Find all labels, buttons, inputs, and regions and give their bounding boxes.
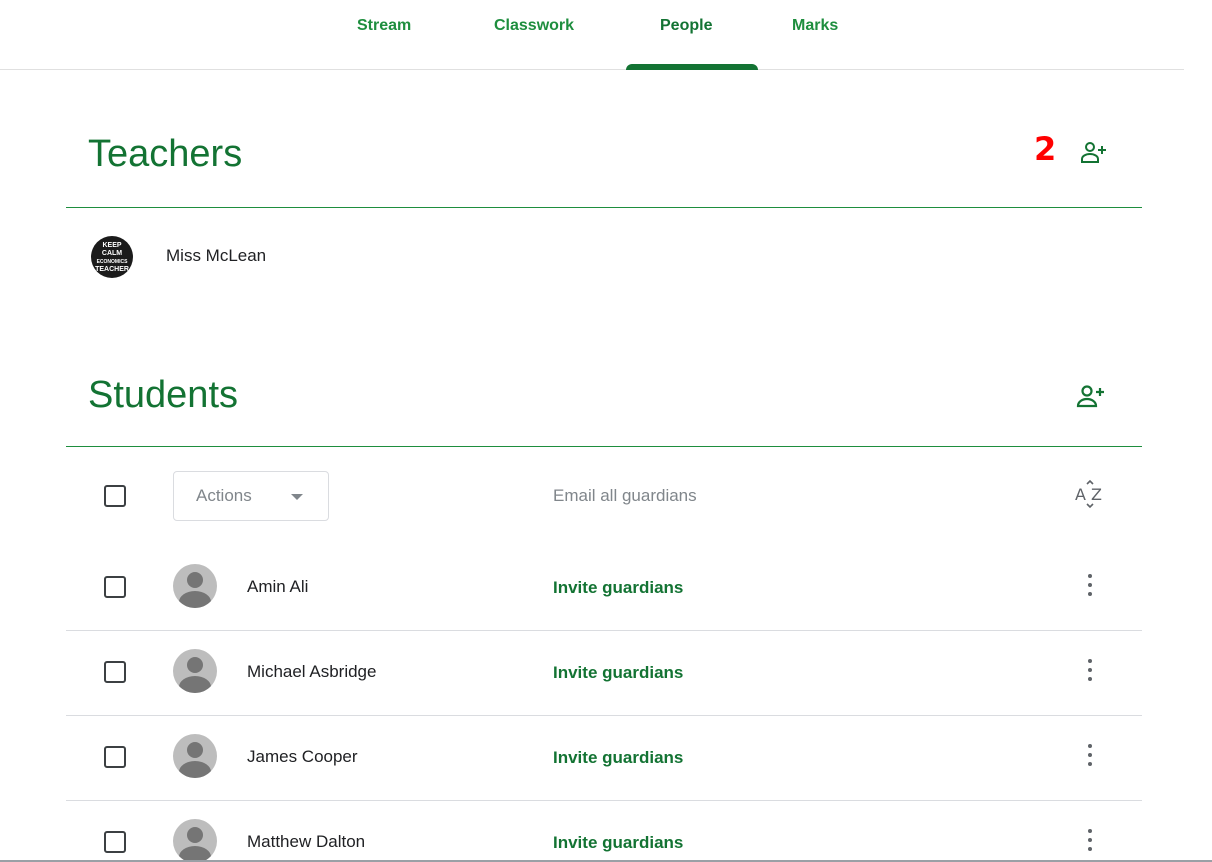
svg-text:Z: Z: [1091, 485, 1102, 504]
actions-dropdown[interactable]: Actions: [173, 471, 329, 521]
student-row: Matthew Dalton Invite guardians: [66, 801, 1142, 860]
teacher-name[interactable]: Miss McLean: [166, 246, 266, 266]
select-all-checkbox[interactable]: [104, 485, 126, 507]
teacher-avatar: KEEP CALM ECONOMICS TEACHER: [91, 236, 133, 278]
avatar-text: KEEP: [102, 242, 122, 249]
svg-text:A: A: [1075, 485, 1086, 504]
students-heading: Students: [88, 374, 238, 416]
actions-label: Actions: [196, 486, 252, 505]
caret-down-icon: [291, 494, 303, 500]
student-avatar: [173, 649, 217, 693]
invite-students-icon[interactable]: [1075, 383, 1107, 411]
student-name[interactable]: Matthew Dalton: [247, 832, 365, 852]
top-nav: Stream Classwork People Marks: [0, 0, 1184, 70]
avatar-text: TEACHER: [95, 266, 129, 273]
student-row: Michael Asbridge Invite guardians: [66, 631, 1142, 716]
more-vert-icon[interactable]: [1084, 828, 1096, 854]
teacher-count-badge: 2: [1034, 130, 1057, 168]
tab-classwork[interactable]: Classwork: [494, 0, 574, 70]
active-tab-indicator: [626, 64, 758, 70]
invite-guardians-link[interactable]: Invite guardians: [553, 663, 683, 683]
student-name[interactable]: Amin Ali: [247, 577, 308, 597]
add-teacher-icon[interactable]: [1078, 140, 1110, 168]
avatar-text: ECONOMICS: [96, 259, 128, 265]
tab-people[interactable]: People: [660, 0, 712, 70]
teachers-heading: Teachers: [88, 133, 243, 175]
student-avatar: [173, 819, 217, 860]
invite-guardians-link[interactable]: Invite guardians: [553, 833, 683, 853]
more-vert-icon[interactable]: [1084, 573, 1096, 599]
student-name[interactable]: Michael Asbridge: [247, 662, 376, 682]
student-checkbox[interactable]: [104, 576, 126, 598]
invite-guardians-link[interactable]: Invite guardians: [553, 748, 683, 768]
student-checkbox[interactable]: [104, 661, 126, 683]
tab-stream[interactable]: Stream: [357, 0, 411, 70]
tab-marks[interactable]: Marks: [792, 0, 838, 70]
student-avatar: [173, 564, 217, 608]
more-vert-icon[interactable]: [1084, 743, 1096, 769]
email-all-guardians-link[interactable]: Email all guardians: [553, 486, 697, 506]
student-checkbox[interactable]: [104, 746, 126, 768]
avatar-text: CALM: [101, 250, 123, 257]
student-name[interactable]: James Cooper: [247, 747, 358, 767]
student-avatar: [173, 734, 217, 778]
invite-guardians-link[interactable]: Invite guardians: [553, 578, 683, 598]
student-row: Amin Ali Invite guardians: [66, 546, 1142, 631]
teachers-divider: [66, 207, 1142, 208]
students-divider: [66, 446, 1142, 447]
sort-az-icon[interactable]: A Z: [1073, 478, 1107, 510]
more-vert-icon[interactable]: [1084, 658, 1096, 684]
student-checkbox[interactable]: [104, 831, 126, 853]
student-row: James Cooper Invite guardians: [66, 716, 1142, 801]
